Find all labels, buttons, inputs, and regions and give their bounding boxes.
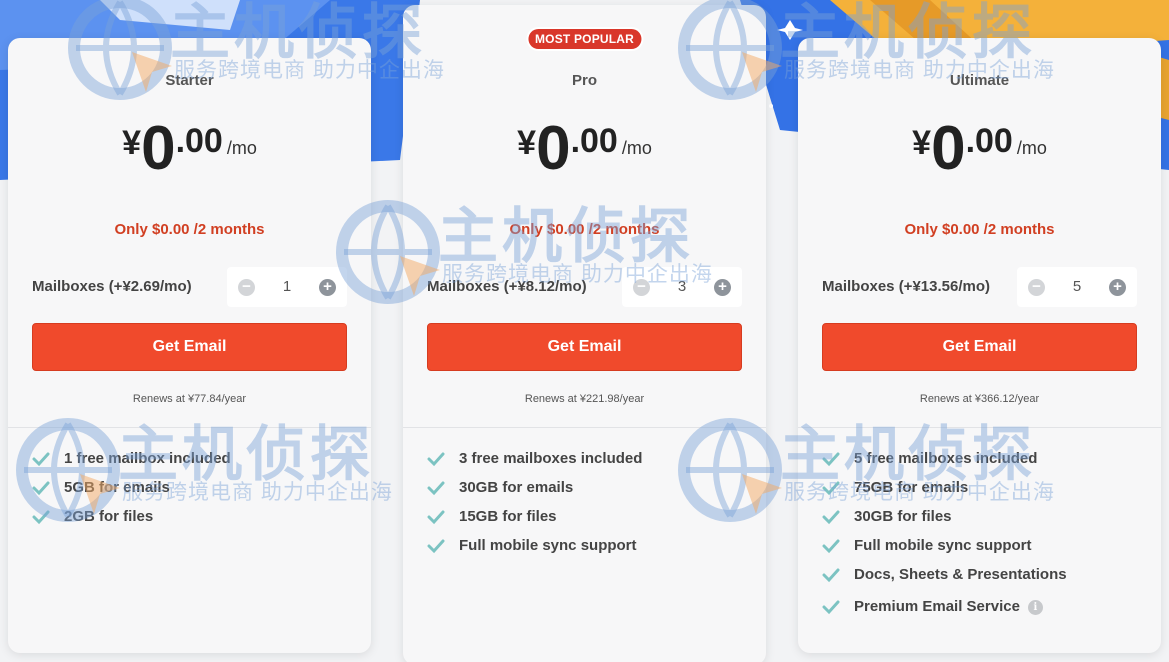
divider xyxy=(403,427,766,428)
increment-button[interactable]: + xyxy=(714,279,731,296)
most-popular-badge: MOST POPULAR xyxy=(527,29,642,49)
feature-text: 3 free mailboxes included xyxy=(459,450,643,467)
feature-item: 3 free mailboxes included xyxy=(427,449,742,478)
price-integer: 0 xyxy=(931,114,966,183)
price-currency: ¥ xyxy=(122,124,142,162)
feature-item: Premium Email Service i xyxy=(822,597,1137,626)
check-icon xyxy=(32,452,50,467)
mailbox-label: Mailboxes (+¥8.12/mo) xyxy=(427,278,587,295)
feature-text: 15GB for files xyxy=(459,508,557,525)
feature-item: 5 free mailboxes included xyxy=(822,449,1137,478)
check-icon xyxy=(822,481,840,496)
check-icon xyxy=(427,481,445,496)
check-icon xyxy=(822,568,840,583)
plan-price: ¥0.00/mo xyxy=(8,118,371,180)
feature-list: 3 free mailboxes included 30GB for email… xyxy=(427,449,742,565)
feature-text: 30GB for emails xyxy=(459,479,574,496)
price-period: /mo xyxy=(621,138,652,158)
get-email-button[interactable]: Get Email xyxy=(427,323,742,371)
feature-item: Docs, Sheets & Presentations xyxy=(822,565,1137,597)
feature-text: 30GB for files xyxy=(854,508,952,525)
check-icon xyxy=(427,452,445,467)
divider xyxy=(798,427,1161,428)
mailbox-label: Mailboxes (+¥13.56/mo) xyxy=(822,278,990,295)
promo-text: Only $0.00 /2 months xyxy=(509,221,660,238)
feature-item: Full mobile sync support xyxy=(427,536,742,565)
feature-item: Full mobile sync support xyxy=(822,536,1137,565)
feature-item: 2GB for files xyxy=(32,507,347,536)
feature-item: 30GB for emails xyxy=(427,478,742,507)
plan-card-ultimate: Ultimate ¥0.00/mo Only $0.00 /2 months M… xyxy=(798,38,1161,653)
feature-text: Docs, Sheets & Presentations xyxy=(854,566,1067,583)
promo-text: Only $0.00 /2 months xyxy=(114,221,265,238)
price-integer: 0 xyxy=(536,114,571,183)
mailbox-row: Mailboxes (+¥8.12/mo) − 3 + xyxy=(427,267,742,307)
mailbox-label: Mailboxes (+¥2.69/mo) xyxy=(32,278,192,295)
renewal-text: Renews at ¥221.98/year xyxy=(524,393,645,405)
check-icon xyxy=(822,600,840,615)
plan-card-pro: MOST POPULAR Pro ¥0.00/mo Only $0.00 /2 … xyxy=(403,5,766,662)
get-email-button[interactable]: Get Email xyxy=(822,323,1137,371)
feature-text: 5 free mailboxes included xyxy=(854,450,1038,467)
feature-list: 1 free mailbox included 5GB for emails 2… xyxy=(32,449,347,536)
mailbox-row: Mailboxes (+¥13.56/mo) − 5 + xyxy=(822,267,1137,307)
quantity-stepper: − 5 + xyxy=(1017,267,1137,307)
feature-text: 5GB for emails xyxy=(64,479,170,496)
check-icon xyxy=(32,510,50,525)
plan-name: Starter xyxy=(165,72,214,89)
divider xyxy=(8,427,371,428)
feature-text: Full mobile sync support xyxy=(854,537,1032,554)
feature-item: 5GB for emails xyxy=(32,478,347,507)
price-period: /mo xyxy=(1016,138,1047,158)
info-icon[interactable]: i xyxy=(1027,600,1043,615)
feature-text: 1 free mailbox included xyxy=(64,450,231,467)
feature-item: 1 free mailbox included xyxy=(32,449,347,478)
price-decimal: .00 xyxy=(175,122,223,160)
renewal-text: Renews at ¥366.12/year xyxy=(919,393,1040,405)
price-decimal: .00 xyxy=(965,122,1013,160)
feature-item: 15GB for files xyxy=(427,507,742,536)
feature-text: Full mobile sync support xyxy=(459,537,637,554)
plan-price: ¥0.00/mo xyxy=(403,118,766,180)
price-period: /mo xyxy=(226,138,257,158)
check-icon xyxy=(427,539,445,554)
plan-name: Pro xyxy=(571,72,597,89)
plan-price: ¥0.00/mo xyxy=(798,118,1161,180)
feature-text: 75GB for emails xyxy=(854,479,969,496)
feature-text: Premium Email Service xyxy=(854,598,1020,615)
feature-text: 2GB for files xyxy=(64,508,154,525)
price-decimal: .00 xyxy=(570,122,618,160)
quantity-stepper: − 3 + xyxy=(622,267,742,307)
mailbox-row: Mailboxes (+¥2.69/mo) − 1 + xyxy=(32,267,347,307)
feature-list: 5 free mailboxes included 75GB for email… xyxy=(822,449,1137,626)
check-icon xyxy=(427,510,445,525)
increment-button[interactable]: + xyxy=(1109,279,1126,296)
check-icon xyxy=(822,539,840,554)
check-icon xyxy=(32,481,50,496)
plan-name: Ultimate xyxy=(949,72,1010,89)
quantity-stepper: − 1 + xyxy=(227,267,347,307)
feature-item: 30GB for files xyxy=(822,507,1137,536)
price-integer: 0 xyxy=(141,114,176,183)
price-currency: ¥ xyxy=(517,124,537,162)
check-icon xyxy=(822,510,840,525)
check-icon xyxy=(822,452,840,467)
get-email-button[interactable]: Get Email xyxy=(32,323,347,371)
renewal-text: Renews at ¥77.84/year xyxy=(132,393,247,405)
plan-card-starter: Starter ¥0.00/mo Only $0.00 /2 months Ma… xyxy=(8,38,371,653)
price-currency: ¥ xyxy=(912,124,932,162)
increment-button[interactable]: + xyxy=(319,279,336,296)
promo-text: Only $0.00 /2 months xyxy=(904,221,1055,238)
feature-item: 75GB for emails xyxy=(822,478,1137,507)
